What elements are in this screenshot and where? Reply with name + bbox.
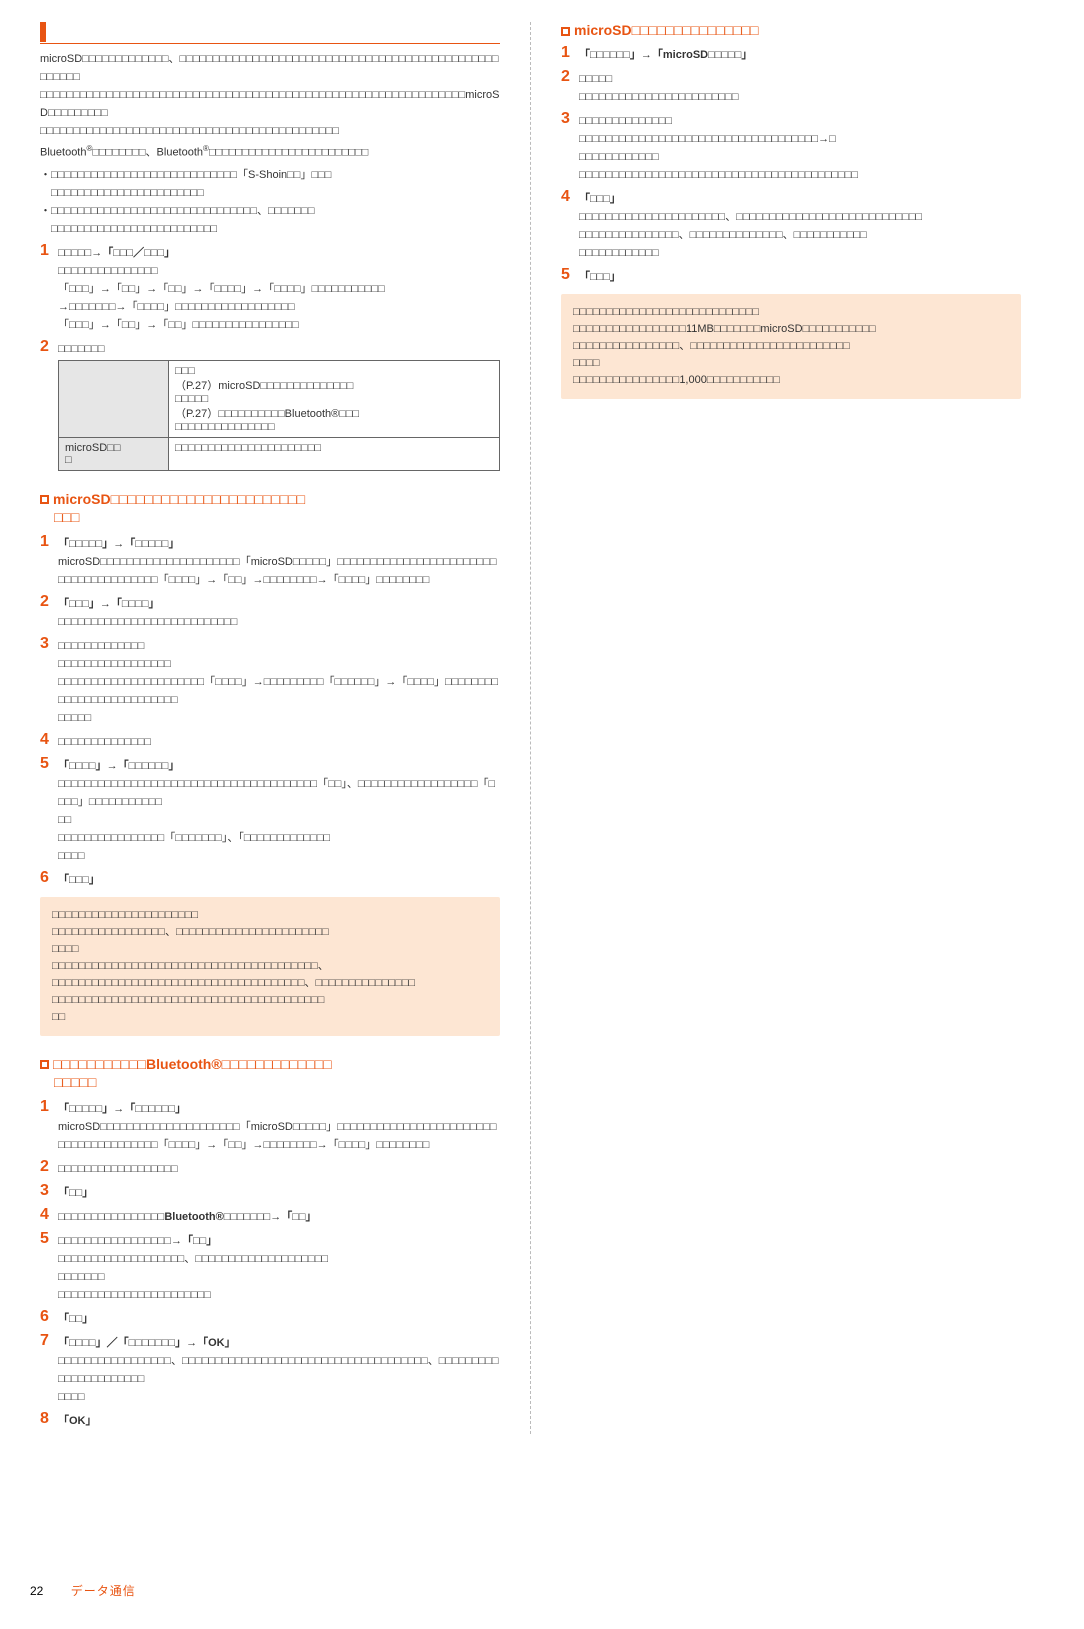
- step-number: 7: [40, 1332, 58, 1350]
- page-ref: P.27: [186, 408, 207, 420]
- step-number: 3: [561, 110, 579, 128]
- step-c1: 1 「□□□□□」→「□□□□□□」 microSD□□□□□□□□□□□□□□…: [40, 1098, 500, 1154]
- step-number: 6: [40, 869, 58, 887]
- step-c4: 4 □□□□□□□□□□□□□□□□Bluetooth®□□□□□□□→「□□」: [40, 1206, 500, 1226]
- footer-label: データ通信: [71, 1584, 136, 1598]
- step-2: 2 □□□□□□□ □□□ （P.27）microSD□□□□□□□□□□□□□…: [40, 338, 500, 471]
- step-c7: 7 「□□□□」／「□□□□□□□」→「OK」 □□□□□□□□□□□□□□□□…: [40, 1332, 500, 1406]
- step-c3: 3 「□□」: [40, 1182, 500, 1202]
- intro-bullets: ・□□□□□□□□□□□□□□□□□□□□□□□□□□□□「S-Shoin□□」…: [40, 166, 500, 238]
- orange-square-icon: [40, 1060, 49, 1069]
- ok-label: OK: [208, 1337, 225, 1349]
- text: microSD: [58, 1121, 100, 1133]
- text: microSD: [760, 323, 802, 335]
- text: Bluetooth®: [285, 408, 340, 420]
- step-b1: 1 「□□□□□」→「□□□□□」 microSD□□□□□□□□□□□□□□□…: [40, 533, 500, 589]
- step-b5: 5 「□□□□」→「□□□□□□」 □□□□□□□□□□□□□□□□□□□□□□…: [40, 755, 500, 865]
- step-number: 3: [40, 635, 58, 653]
- intro-text: microSD□□□□□□□□□□□□□、□□□□□□□□□□□□□□□□□□□…: [40, 50, 500, 162]
- step-r2: 2 □□□□□ □□□□□□□□□□□□□□□□□□□□□□□□: [561, 68, 1021, 106]
- step-number: 2: [561, 68, 579, 86]
- ok-label: OK: [69, 1415, 86, 1427]
- text: microSD: [251, 556, 293, 568]
- step-number: 1: [40, 1098, 58, 1116]
- step-r4: 4 「□□□」 □□□□□□□□□□□□□□□□□□□□□□、□□□□□□□□□…: [561, 188, 1021, 262]
- step-number: 4: [40, 731, 58, 749]
- step-r1: 1 「□□□□□□」→「microSD□□□□□」: [561, 44, 1021, 64]
- section-b-header: microSD□□□□□□□□□□□□□□□□□□□□□□□ □□□: [40, 491, 500, 527]
- section-title: microSD: [574, 22, 632, 38]
- text: 1,000: [679, 374, 707, 386]
- step-c2: 2 □□□□□□□□□□□□□□□□□□: [40, 1158, 500, 1178]
- step-number: 2: [40, 1158, 58, 1176]
- page-ref: P.27: [186, 380, 207, 392]
- step-1: 1 □□□□□→「□□□／□□□」 □□□□□□□□□□□□□□□ 「□□□」→…: [40, 242, 500, 334]
- step-number: 1: [561, 44, 579, 62]
- step-number: 5: [40, 1230, 58, 1248]
- text: microSD: [663, 49, 708, 61]
- step-c5: 5 □□□□□□□□□□□□□□□□□→「□□」 □□□□□□□□□□□□□□□…: [40, 1230, 500, 1304]
- step-b3: 3 □□□□□□□□□□□□□ □□□□□□□□□□□□□□□□□ □□□□□□…: [40, 635, 500, 727]
- text: microSD: [58, 556, 100, 568]
- column-divider: [530, 22, 531, 1434]
- section-c-header: □□□□□□□□□□□Bluetooth®□□□□□□□□□□□□□ □□□□□: [40, 1056, 500, 1092]
- step-number: 4: [40, 1206, 58, 1224]
- step-c6: 6 「□□」: [40, 1308, 500, 1328]
- text: microSD: [251, 1121, 293, 1133]
- text: Bluetooth®: [164, 1211, 223, 1223]
- step-b6: 6 「□□□」: [40, 869, 500, 889]
- text: microSD: [40, 89, 499, 119]
- note-box-2: □□□□□□□□□□□□□□□□□□□□□□□□□□□□ □□□□□□□□□□□…: [561, 294, 1021, 399]
- step-number: 5: [40, 755, 58, 773]
- table-cell: □□□□□□□□□□□□□□□□□□□□□□: [169, 437, 500, 470]
- note-box-1: □□□□□□□□□□□□□□□□□□□□□□ □□□□□□□□□□□□□□□□□…: [40, 897, 500, 1036]
- step-number: 3: [40, 1182, 58, 1200]
- text: microSD: [218, 380, 260, 392]
- step-r5: 5 「□□□」: [561, 266, 1021, 286]
- options-table: □□□ （P.27）microSD□□□□□□□□□□□□□□ □□□□□ （P…: [58, 360, 500, 471]
- section-title: microSD: [53, 491, 111, 507]
- section-r-header: microSD□□□□□□□□□□□□□□□: [561, 22, 1021, 38]
- step-b4: 4 □□□□□□□□□□□□□□: [40, 731, 500, 751]
- orange-square-icon: [561, 27, 570, 36]
- header-orange-bar-icon: [40, 22, 46, 42]
- step-number: 1: [40, 533, 58, 551]
- table-cell: □□□ （P.27）microSD□□□□□□□□□□□□□□ □□□□□ （P…: [169, 360, 500, 437]
- page-columns: microSD□□□□□□□□□□□□□、□□□□□□□□□□□□□□□□□□□…: [0, 0, 1084, 1494]
- step-number: 2: [40, 593, 58, 611]
- text: 11MB: [686, 323, 714, 335]
- right-column: microSD□□□□□□□□□□□□□□□ 1 「□□□□□□」→「micro…: [561, 22, 1021, 1434]
- step-number: 2: [40, 338, 58, 356]
- step-number: 5: [561, 266, 579, 284]
- left-column: microSD□□□□□□□□□□□□□、□□□□□□□□□□□□□□□□□□□…: [40, 22, 500, 1434]
- text: microSD: [65, 442, 107, 454]
- header-title-placeholder: [53, 22, 173, 42]
- main-header: [40, 22, 500, 44]
- step-c8: 8 「OK」: [40, 1410, 500, 1430]
- table-header-cell: [59, 360, 169, 437]
- step-number: 1: [40, 242, 58, 260]
- step-number: 8: [40, 1410, 58, 1428]
- step-r3: 3 □□□□□□□□□□□□□□ □□□□□□□□□□□□□□□□□□□□□□□…: [561, 110, 1021, 184]
- step-number: 4: [561, 188, 579, 206]
- page-number: 22: [30, 1584, 43, 1598]
- section-title: Bluetooth®: [146, 1056, 222, 1072]
- step-number: 6: [40, 1308, 58, 1326]
- step-b2: 2 「□□□」→「□□□□」 □□□□□□□□□□□□□□□□□□□□□□□□□…: [40, 593, 500, 631]
- orange-square-icon: [40, 495, 49, 504]
- table-header-cell: microSD□□□: [59, 437, 169, 470]
- page-footer: 22 データ通信: [30, 1582, 136, 1599]
- text: microSD: [40, 53, 82, 65]
